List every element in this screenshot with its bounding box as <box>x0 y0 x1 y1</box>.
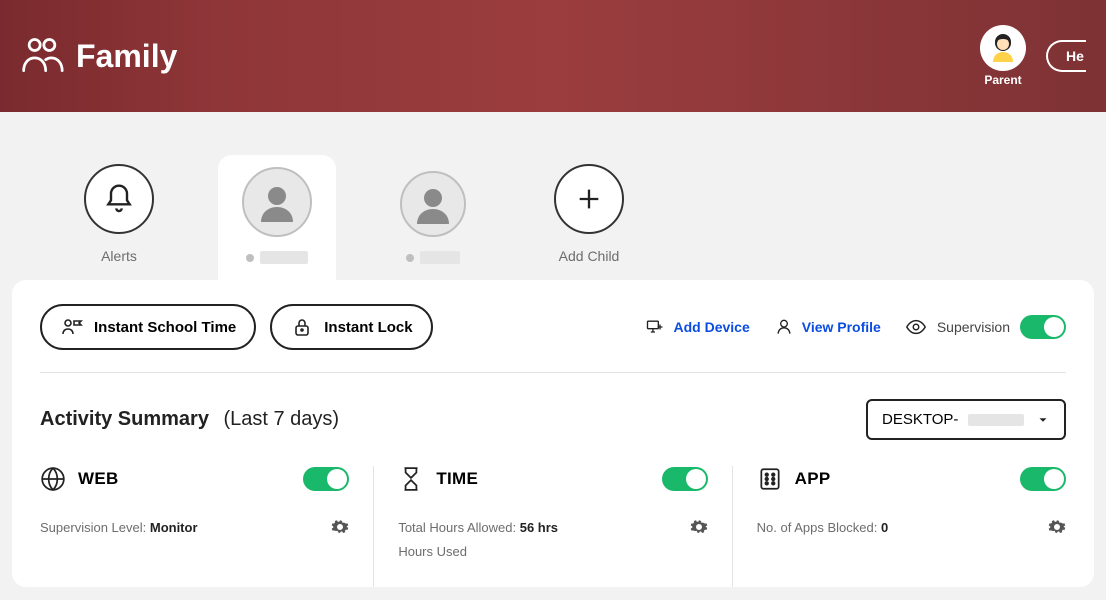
app-title: APP <box>795 469 831 489</box>
parent-account[interactable]: Parent <box>980 25 1026 87</box>
time-title: TIME <box>436 469 478 489</box>
time-panel: TIME Total Hours Allowed: 56 hrs Hours U… <box>374 466 732 587</box>
hourglass-icon <box>398 466 424 492</box>
gear-icon[interactable] <box>690 518 708 536</box>
child-tab-1[interactable] <box>218 155 336 280</box>
gear-icon[interactable] <box>331 518 349 536</box>
time-allowed-value: 56 hrs <box>520 520 558 535</box>
parent-label: Parent <box>984 73 1021 87</box>
child-tabs: Alerts Add Child <box>0 112 1106 280</box>
alerts-tab[interactable]: Alerts <box>60 152 178 280</box>
device-select[interactable]: DESKTOP- <box>866 399 1066 440</box>
time-used-label: Hours Used <box>398 544 467 559</box>
page-title: Family <box>76 38 177 75</box>
instant-lock-button[interactable]: Instant Lock <box>270 304 432 350</box>
summary-title: Activity Summary <box>40 408 209 430</box>
web-panel: WEB Supervision Level: Monitor <box>40 466 374 587</box>
add-device-icon <box>645 317 665 337</box>
app-blocked-label: No. of Apps Blocked: <box>757 520 878 535</box>
eye-icon <box>905 316 927 338</box>
gear-icon[interactable] <box>1048 518 1066 536</box>
child-tab-2[interactable] <box>376 159 490 280</box>
redacted-name <box>420 251 460 264</box>
status-dot-icon <box>406 254 414 262</box>
summary-range: (Last 7 days) <box>223 408 339 430</box>
redacted-device <box>968 414 1024 426</box>
supervision-toggle[interactable] <box>1020 315 1066 339</box>
add-child-tab[interactable]: Add Child <box>530 152 648 280</box>
app-toggle[interactable] <box>1020 467 1066 491</box>
parent-avatar <box>980 25 1026 71</box>
child-2-label <box>406 251 460 264</box>
main-card: Instant School Time Instant Lock Add Dev… <box>12 280 1094 587</box>
family-icon <box>20 34 64 78</box>
actions-row: Instant School Time Instant Lock Add Dev… <box>40 304 1066 373</box>
device-prefix: DESKTOP- <box>882 411 958 428</box>
add-device-link[interactable]: Add Device <box>645 317 749 337</box>
redacted-name <box>260 251 308 264</box>
status-dot-icon <box>246 254 254 262</box>
chevron-down-icon <box>1036 413 1050 427</box>
web-toggle[interactable] <box>303 467 349 491</box>
bell-icon <box>84 164 154 234</box>
web-title: WEB <box>78 469 119 489</box>
web-level-label: Supervision Level: <box>40 520 146 535</box>
instant-school-button[interactable]: Instant School Time <box>40 304 256 350</box>
app-grid-icon <box>757 466 783 492</box>
profile-icon <box>774 317 794 337</box>
school-icon <box>60 315 84 339</box>
time-toggle[interactable] <box>662 467 708 491</box>
family-logo: Family <box>20 34 177 78</box>
app-header: Family Parent He <box>0 0 1106 112</box>
supervision-control: Supervision <box>905 315 1066 339</box>
help-button[interactable]: He <box>1046 40 1086 72</box>
globe-icon <box>40 466 66 492</box>
lock-icon <box>290 315 314 339</box>
child-1-label <box>246 251 308 264</box>
web-level-value: Monitor <box>150 520 198 535</box>
add-child-label: Add Child <box>559 248 620 264</box>
child-avatar-2 <box>400 171 466 237</box>
alerts-label: Alerts <box>101 248 137 264</box>
plus-icon <box>554 164 624 234</box>
time-allowed-label: Total Hours Allowed: <box>398 520 516 535</box>
supervision-label: Supervision <box>937 319 1010 335</box>
child-avatar-1 <box>242 167 312 237</box>
app-panel: APP No. of Apps Blocked: 0 <box>733 466 1066 587</box>
summary-header: Activity Summary (Last 7 days) DESKTOP- <box>40 373 1066 456</box>
activity-panels: WEB Supervision Level: Monitor TIME Tota… <box>40 466 1066 587</box>
app-blocked-value: 0 <box>881 520 888 535</box>
view-profile-link[interactable]: View Profile <box>774 317 881 337</box>
